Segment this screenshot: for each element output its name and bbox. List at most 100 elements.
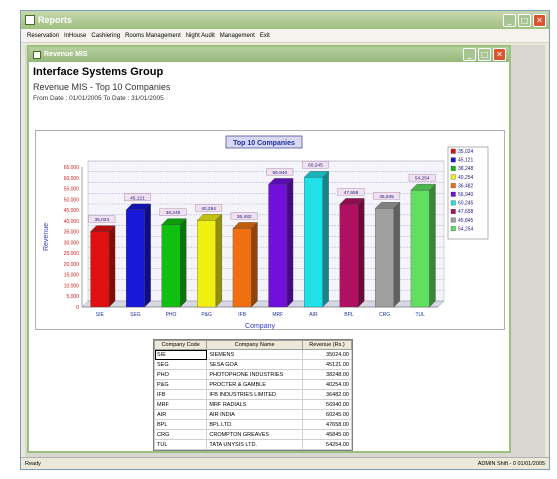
status-right: ADMIN Shift - 0 01/01/2005: [477, 460, 545, 467]
y-tick-label: 60,000: [64, 176, 80, 182]
bar: [90, 231, 110, 308]
bar-side: [322, 170, 329, 308]
grid-cell[interactable]: 45845.00: [301, 429, 353, 440]
status-left: Ready: [25, 460, 41, 467]
reports-window: Reports _ □ ✕ Reservation InHouse Cashieri…: [20, 10, 550, 470]
grid-cell[interactable]: AIR INDIA: [206, 409, 303, 420]
grid-header-cell[interactable]: Company Code: [153, 340, 208, 350]
grid-header-row: Company Code Company Name Revenue (Rs.): [153, 340, 353, 350]
child-window-controls: _ □ ✕: [463, 48, 509, 61]
menu-item-cashiering[interactable]: Cashiering: [91, 33, 120, 39]
grid-cell[interactable]: PROCTER & GAMBLE: [206, 379, 303, 390]
bar: [232, 228, 252, 308]
grid-cell[interactable]: SIE: [153, 349, 208, 360]
table-row[interactable]: SIE SIEMENS 35024.00: [153, 349, 353, 360]
company-grid[interactable]: Company Code Company Name Revenue (Rs.) SI…: [153, 339, 353, 451]
menu-item-inhouse[interactable]: InHouse: [64, 33, 86, 39]
child-close-icon[interactable]: ✕: [493, 48, 506, 61]
table-row[interactable]: BPL BPL LTD. 47658.00: [153, 419, 353, 430]
table-row[interactable]: P&G PROCTER & GAMBLE 40254.00: [153, 379, 353, 390]
legend-label: 38,248: [458, 166, 474, 172]
child-window-icon: [33, 50, 41, 59]
bar: [339, 204, 359, 308]
x-tick-label: SIE: [96, 312, 105, 318]
menu-item-reservation[interactable]: Reservation: [27, 33, 59, 39]
grid-cell[interactable]: P&G: [153, 379, 208, 390]
grid-cell[interactable]: 60245.00: [301, 409, 353, 420]
grid-cell[interactable]: 35024.00: [301, 349, 353, 360]
grid-cell[interactable]: 40254.00: [301, 379, 353, 390]
grid-cell[interactable]: 36482.00: [301, 389, 353, 400]
grid-cell[interactable]: MRF RADIALS: [206, 399, 303, 410]
data-label: 38,248: [166, 210, 181, 216]
y-tick-label: 45,000: [64, 208, 80, 214]
grid-cell[interactable]: SEG: [153, 359, 208, 370]
legend-swatch: [450, 226, 456, 232]
menu-item-exit[interactable]: Exit: [260, 33, 270, 39]
y-tick-label: 30,000: [64, 240, 80, 246]
grid-cell[interactable]: CROMPTON GREAVES: [206, 429, 303, 440]
grid-cell[interactable]: AIR: [153, 409, 208, 420]
legend-label: 36,482: [458, 183, 474, 189]
data-label: 36,482: [237, 214, 252, 220]
child-title: Revenue MIS: [44, 51, 88, 58]
chart-svg: 0 5,000 10,000 15,000 20,000 25,000 30,000 35,0…: [43, 135, 489, 330]
table-row[interactable]: PHO PHOTOPHONE INDUSTRIES 38248.00: [153, 369, 353, 380]
legend-label: 60,245: [458, 201, 474, 207]
revenue-mis-window: Revenue MIS _ □ ✕ Interface Systems Grou…: [27, 45, 511, 453]
legend-swatch: [450, 157, 456, 163]
grid-cell[interactable]: SESA GOA: [206, 359, 303, 370]
table-row[interactable]: AIR AIR INDIA 60245.00: [153, 409, 353, 420]
bar-side: [180, 218, 187, 308]
grid-cell[interactable]: 54254.00: [301, 439, 353, 450]
maximize-icon[interactable]: □: [518, 13, 531, 27]
grid-cell[interactable]: 45121.00: [301, 359, 353, 370]
y-tick-label: 5,000: [66, 294, 79, 300]
company-name: Interface Systems Group: [33, 66, 164, 78]
table-row[interactable]: IFB IFB INDUSTRIES LIMITED 36482.00: [153, 389, 353, 400]
revenue-chart: 0 5,000 10,000 15,000 20,000 25,000 30,000 35,0…: [35, 130, 505, 330]
grid-cell[interactable]: 38248.00: [301, 369, 353, 380]
grid-cell[interactable]: 56940.00: [301, 399, 353, 410]
grid-cell[interactable]: IFB: [153, 389, 208, 400]
legend-swatch: [450, 183, 456, 189]
grid-cell[interactable]: 47658.00: [301, 419, 353, 430]
x-tick-label: AIR: [309, 312, 318, 318]
grid-cell[interactable]: TATA UNYSIS LTD.: [206, 439, 303, 450]
grid-cell[interactable]: IFB INDUSTRIES LIMITED: [206, 389, 303, 400]
legend-swatch: [450, 200, 456, 206]
minimize-icon[interactable]: _: [503, 13, 516, 27]
menu-item-night-audit[interactable]: Night Audit: [186, 33, 215, 39]
child-maximize-icon[interactable]: □: [478, 48, 491, 61]
table-row[interactable]: CRG CROMPTON GREAVES 45845.00: [153, 429, 353, 440]
grid-cell[interactable]: BPL LTD.: [206, 419, 303, 430]
menu-item-management[interactable]: Management: [220, 33, 255, 39]
bar: [161, 224, 181, 308]
grid-cell[interactable]: MRF: [153, 399, 208, 410]
bar-side: [358, 197, 365, 308]
grid-header-cell[interactable]: Revenue (Rs.): [301, 340, 353, 350]
status-bar: Ready ADMIN Shift - 0 01/01/2005: [21, 457, 549, 469]
menu-item-rooms-management[interactable]: Rooms Management: [125, 33, 181, 39]
legend-swatch: [450, 148, 456, 154]
close-icon[interactable]: ✕: [533, 13, 546, 27]
legend-label: 54,254: [458, 226, 474, 232]
data-label: 47,658: [344, 190, 359, 196]
data-label: 35,024: [94, 217, 109, 223]
grid-cell[interactable]: TUL: [153, 439, 208, 450]
table-row[interactable]: MRF MRF RADIALS 56940.00: [153, 399, 353, 410]
grid-cell[interactable]: CRG: [153, 429, 208, 440]
grid-cell[interactable]: PHOTOPHONE INDUSTRIES: [206, 369, 303, 380]
grid-header-cell[interactable]: Company Name: [206, 340, 303, 350]
child-minimize-icon[interactable]: _: [463, 48, 476, 61]
report-header: Interface Systems Group Revenue MIS - To…: [29, 62, 509, 102]
y-tick-label: 40,000: [64, 219, 80, 225]
grid-cell[interactable]: SIEMENS: [206, 349, 303, 360]
grid-cell[interactable]: BPL: [153, 419, 208, 430]
table-row[interactable]: SEG SESA GOA 45121.00: [153, 359, 353, 370]
grid-cell[interactable]: PHO: [153, 369, 208, 380]
y-tick-label: 25,000: [64, 251, 80, 257]
table-row[interactable]: TUL TATA UNYSIS LTD. 54254.00: [153, 439, 353, 450]
menu-bar: Reservation InHouse Cashiering Rooms Manage…: [21, 29, 549, 43]
x-tick-label: P&G: [201, 312, 212, 318]
